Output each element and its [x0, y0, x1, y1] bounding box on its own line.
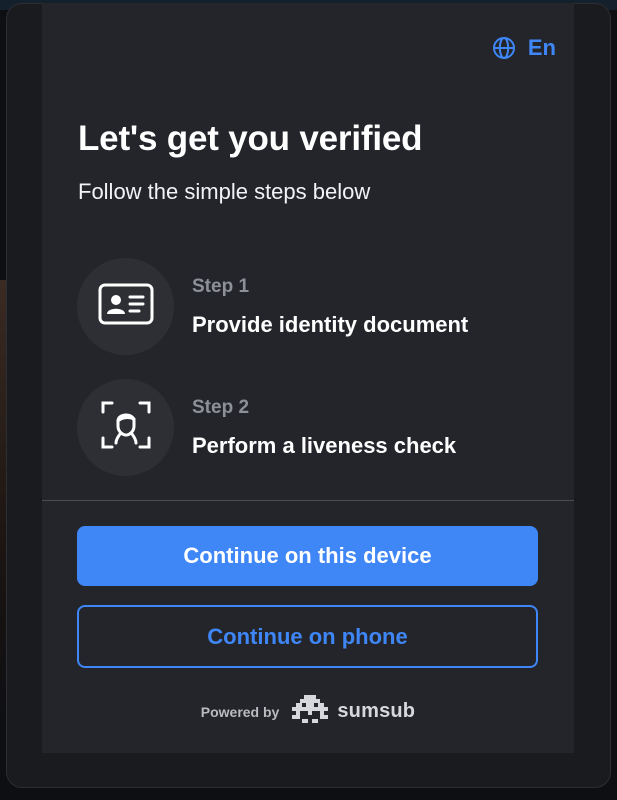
page-title: Let's get you verified [78, 119, 423, 158]
continue-on-phone-button[interactable]: Continue on phone [77, 605, 538, 668]
verification-panel: En Let's get you verified Follow the sim… [42, 3, 574, 753]
continue-on-device-button[interactable]: Continue on this device [77, 526, 538, 586]
sumsub-brand-name: sumsub [337, 700, 416, 722]
page-subtitle: Follow the simple steps below [78, 179, 371, 204]
face-scan-icon [100, 399, 152, 456]
language-label: En [527, 35, 556, 60]
powered-by-footer: Powered by sumsub [42, 695, 574, 728]
step-icon-circle [77, 379, 174, 476]
step-number: Step 2 [192, 396, 250, 418]
step-label: Provide identity document [192, 311, 469, 337]
step-number: Step 1 [192, 275, 250, 297]
sumsub-brand[interactable]: sumsub [291, 695, 415, 728]
step-item-liveness-check: Step 2 Perform a liveness check [77, 379, 456, 476]
step-label: Perform a liveness check [192, 432, 457, 458]
language-selector[interactable]: En [492, 35, 556, 61]
id-card-icon [98, 283, 154, 330]
globe-icon [492, 36, 516, 60]
powered-by-label: Powered by [200, 703, 280, 720]
step-item-identity-document: Step 1 Provide identity document [77, 258, 468, 355]
step-icon-circle [77, 258, 174, 355]
sumsub-logo-icon [291, 695, 329, 728]
divider [42, 500, 574, 501]
